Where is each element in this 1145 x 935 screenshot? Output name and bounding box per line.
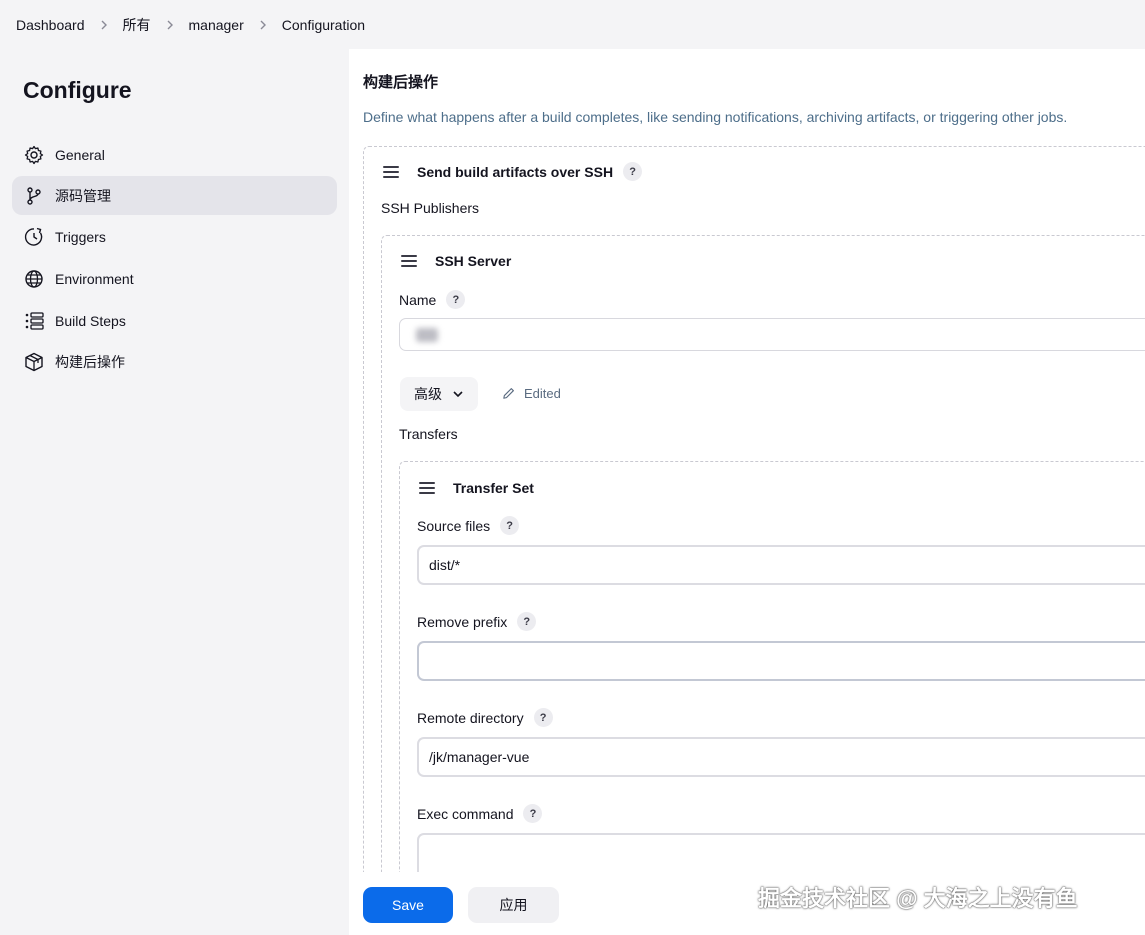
chevron-right-icon xyxy=(258,20,268,30)
help-icon[interactable]: ? xyxy=(623,162,643,181)
remove-prefix-label: Remove prefix xyxy=(417,613,508,630)
remove-prefix-label-row: Remove prefix ? xyxy=(417,612,537,631)
globe-icon xyxy=(24,269,44,289)
sidebar-item-label: Build Steps xyxy=(55,312,126,329)
source-files-label-row: Source files ? xyxy=(417,516,520,535)
edited-label: Edited xyxy=(524,386,561,401)
save-button[interactable]: Save xyxy=(363,887,453,923)
sidebar-item-label: Environment xyxy=(55,270,134,287)
remote-directory-input[interactable] xyxy=(417,737,1145,777)
watermark-text: 掘金技术社区 @ 大海之上没有鱼 xyxy=(758,886,1078,911)
sidebar: Configure General 源码管理 Triggers Environm… xyxy=(0,49,349,935)
sidebar-item-environment[interactable]: Environment xyxy=(12,259,337,298)
advanced-button[interactable]: 高级 xyxy=(400,377,478,411)
remote-directory-label: Remote directory xyxy=(417,709,524,726)
exec-command-label-row: Exec command ? xyxy=(417,804,543,823)
main-content: 构建后操作 Define what happens after a build … xyxy=(349,49,1145,935)
help-icon[interactable]: ? xyxy=(446,290,466,309)
branch-icon xyxy=(24,186,44,206)
sidebar-item-post-build[interactable]: 构建后操作 xyxy=(12,342,337,381)
drag-handle-icon[interactable] xyxy=(401,255,417,267)
help-icon[interactable]: ? xyxy=(523,804,543,823)
publisher-title: Send build artifacts over SSH xyxy=(417,163,614,180)
help-icon[interactable]: ? xyxy=(533,708,553,727)
edited-indicator: Edited xyxy=(501,386,561,401)
sidebar-item-label: Triggers xyxy=(55,228,106,245)
list-icon xyxy=(24,311,44,331)
chevron-right-icon xyxy=(165,20,175,30)
name-label-row: Name ? xyxy=(399,290,466,309)
publisher-header: Send build artifacts over SSH ? xyxy=(383,162,643,181)
breadcrumb: Dashboard 所有 manager Configuration xyxy=(0,0,1145,49)
breadcrumb-manager[interactable]: manager xyxy=(189,17,244,33)
help-icon[interactable]: ? xyxy=(500,516,520,535)
section-title: 构建后操作 xyxy=(363,74,439,91)
ssh-server-title: SSH Server xyxy=(435,253,512,269)
remove-prefix-input[interactable] xyxy=(417,641,1145,681)
sidebar-item-label: 构建后操作 xyxy=(55,353,125,370)
apply-button[interactable]: 应用 xyxy=(468,887,559,923)
ssh-publishers-label: SSH Publishers xyxy=(381,200,480,216)
sidebar-item-label: 源码管理 xyxy=(55,187,111,204)
breadcrumb-configuration[interactable]: Configuration xyxy=(282,17,365,33)
pencil-icon xyxy=(503,388,514,399)
breadcrumb-dashboard[interactable]: Dashboard xyxy=(16,17,85,33)
chevron-right-icon xyxy=(99,20,109,30)
help-icon[interactable]: ? xyxy=(517,612,537,631)
section-description: Define what happens after a build comple… xyxy=(363,109,1068,125)
advanced-label: 高级 xyxy=(414,386,442,402)
clock-icon xyxy=(24,227,44,247)
breadcrumb-all[interactable]: 所有 xyxy=(123,15,151,35)
sidebar-item-triggers[interactable]: Triggers xyxy=(12,217,337,256)
drag-handle-icon[interactable] xyxy=(419,482,435,494)
drag-handle-icon[interactable] xyxy=(383,165,399,178)
ssh-server-header: SSH Server xyxy=(401,253,511,269)
sidebar-item-label: General xyxy=(55,146,105,163)
transfer-set-title: Transfer Set xyxy=(453,480,534,496)
page-title: Configure xyxy=(23,77,132,103)
source-files-label: Source files xyxy=(417,517,491,534)
transfers-label: Transfers xyxy=(399,426,458,442)
redacted-value xyxy=(416,328,438,342)
name-field[interactable] xyxy=(399,318,1145,351)
package-icon xyxy=(24,352,44,372)
exec-command-label: Exec command xyxy=(417,805,514,822)
name-label: Name xyxy=(399,291,437,308)
sidebar-item-source-code[interactable]: 源码管理 xyxy=(12,176,337,215)
sidebar-item-build-steps[interactable]: Build Steps xyxy=(12,301,337,340)
sidebar-item-general[interactable]: General xyxy=(12,135,337,174)
transfer-set-header: Transfer Set xyxy=(419,480,534,496)
remote-directory-label-row: Remote directory ? xyxy=(417,708,553,727)
gear-icon xyxy=(24,145,44,165)
source-files-input[interactable] xyxy=(417,545,1145,585)
chevron-down-icon xyxy=(453,391,463,398)
